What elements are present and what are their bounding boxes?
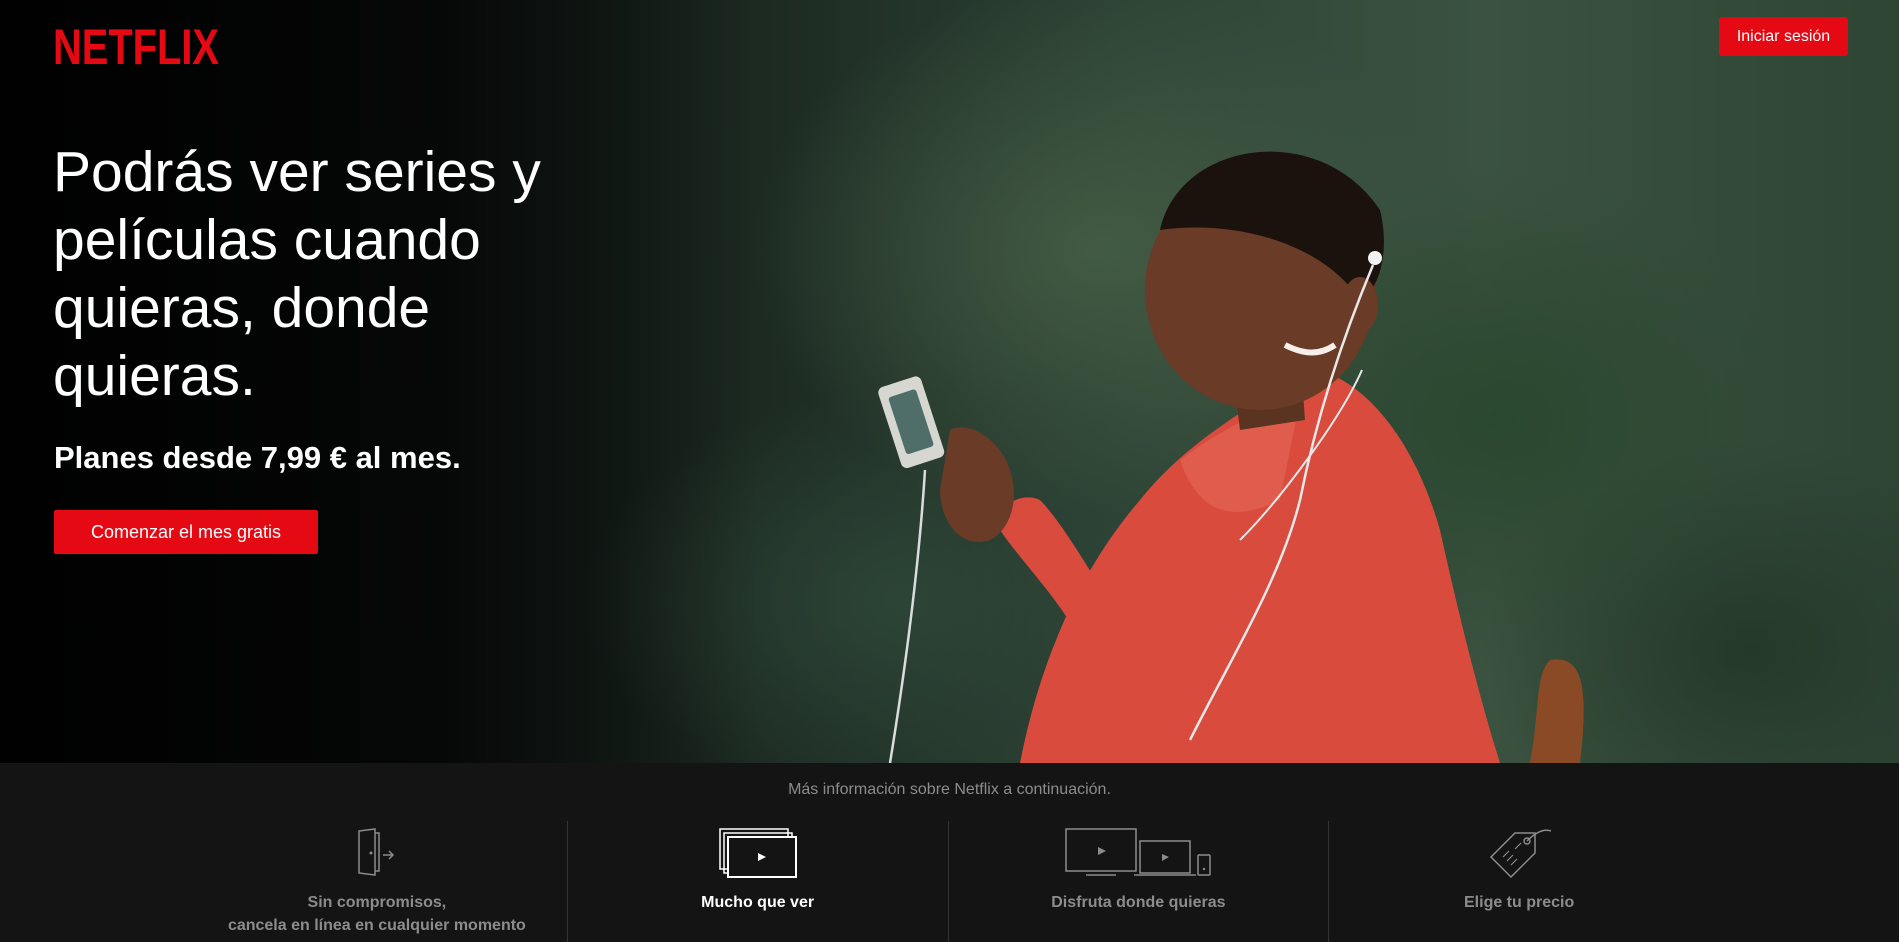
tab-choose-price[interactable]: Elige tu precio <box>1328 821 1709 942</box>
more-info-text: Más información sobre Netflix a continua… <box>788 781 1111 798</box>
tab-no-commitment[interactable]: Sin compromisos, cancela en línea en cua… <box>187 821 567 942</box>
tab-label: Disfruta donde quieras <box>1051 894 1226 911</box>
tab-label: Sin compromisos, cancela en línea en cua… <box>227 894 526 934</box>
login-button[interactable]: Iniciar sesión <box>1719 17 1848 56</box>
start-free-month-button[interactable]: Comenzar el mes gratis <box>54 510 318 554</box>
hero-section: NETFLIX Iniciar sesión Podrás ver series… <box>0 0 1899 763</box>
netflix-logo[interactable]: NETFLIX <box>53 20 221 68</box>
devices-icon <box>1064 827 1212 879</box>
tab-enjoy-anywhere[interactable]: Disfruta donde quieras <box>947 821 1329 942</box>
hero-price-subhead: Planes desde 7,99 € al mes. <box>54 440 461 475</box>
tab-label: Mucho que ver <box>701 894 815 911</box>
feature-tabs: Sin compromisos, cancela en línea en cua… <box>187 821 1709 942</box>
tab-label: Elige tu precio <box>1464 894 1575 911</box>
info-tabs-bar: Más información sobre Netflix a continua… <box>0 763 1899 942</box>
hero-headline: Podrás ver series y películas cuando qui… <box>53 140 541 408</box>
door-icon <box>355 827 399 879</box>
screens-play-icon <box>718 827 798 879</box>
svg-text:NETFLIX: NETFLIX <box>53 20 219 68</box>
tab-lots-to-watch[interactable]: Mucho que ver <box>566 821 948 942</box>
price-tag-icon <box>1485 827 1553 879</box>
hero-background-person-image <box>878 151 1584 763</box>
